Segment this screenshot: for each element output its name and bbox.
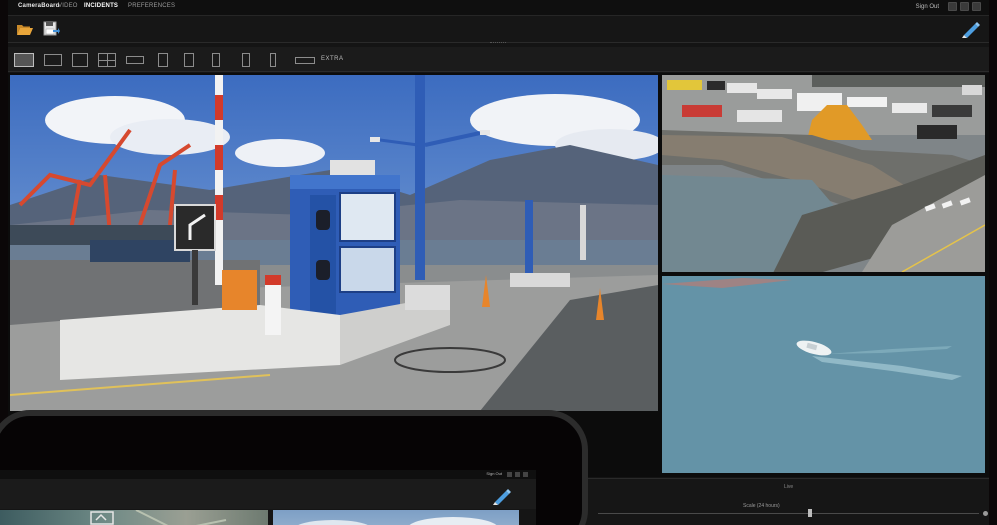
layout-2-horizontal[interactable] [126, 56, 144, 64]
menu-bar: CameraBoard VIDEO INCIDENTS PREFERENCES … [8, 0, 989, 16]
user-box: Sign Out [916, 2, 981, 11]
layout-vertical-d[interactable] [242, 53, 250, 67]
laptop-close-button[interactable] [523, 472, 528, 477]
layout-extra-label[interactable]: EXTRA [321, 56, 344, 62]
laptop-maximize-button[interactable] [515, 472, 520, 477]
laptop-toolbar [0, 479, 536, 509]
layout-1plus5[interactable] [14, 53, 34, 67]
laptop-camera-tile-aerial[interactable] [0, 510, 268, 525]
camera-feed-aerial [90, 510, 227, 525]
laptop-camera-tile-2[interactable] [273, 510, 519, 525]
menu-video[interactable]: VIDEO [58, 3, 78, 9]
close-button[interactable] [972, 2, 981, 11]
layout-quad[interactable] [98, 53, 116, 67]
camera-feed-parking-lot [662, 75, 985, 272]
menu-preferences[interactable]: PREFERENCES [128, 3, 175, 9]
laptop-titlebar: Sign Out [0, 470, 536, 479]
camera-feed-port-gate [10, 75, 658, 411]
save-export-icon [43, 21, 60, 36]
laptop-user-signout[interactable]: Sign Out [486, 471, 502, 476]
action-toolbar [8, 16, 989, 43]
camera-tile-parking[interactable] [662, 75, 985, 272]
timeline-scale-knob[interactable] [808, 509, 812, 517]
minimize-button[interactable] [948, 2, 957, 11]
open-button[interactable] [14, 19, 36, 39]
save-button[interactable] [40, 19, 62, 39]
laptop-screen: Sign Out [0, 470, 536, 525]
pencil-icon [962, 22, 980, 38]
layout-single[interactable] [72, 53, 88, 67]
layout-triple-row[interactable] [295, 57, 315, 64]
layout-vertical-e[interactable] [270, 53, 276, 67]
panel-grip[interactable] [490, 42, 506, 45]
laptop-minimize-button[interactable] [507, 472, 512, 477]
timeline-end-marker[interactable] [983, 511, 988, 516]
timeline-scale-label: Scale (24 hours) [743, 503, 780, 509]
timeline-live-label: Live [784, 484, 794, 490]
camera-tile-main[interactable] [10, 75, 658, 411]
layout-2-wide[interactable] [44, 54, 62, 66]
maximize-button[interactable] [960, 2, 969, 11]
pencil-icon[interactable] [492, 487, 512, 505]
layout-vertical-b[interactable] [184, 53, 194, 67]
camera-feed-boat [662, 276, 985, 473]
laptop-device: Sign Out [0, 410, 588, 525]
timeline-track[interactable] [598, 513, 979, 514]
menu-incidents[interactable]: INCIDENTS [84, 3, 118, 9]
app-brand: CameraBoard [18, 3, 60, 9]
layout-vertical-c[interactable] [212, 53, 220, 67]
layout-picker: EXTRA [8, 47, 989, 72]
edit-button[interactable] [960, 19, 982, 39]
camera-feed-sky [298, 517, 497, 525]
camera-tile-water[interactable] [662, 276, 985, 473]
user-signout[interactable]: Sign Out [916, 4, 939, 10]
layout-vertical-a[interactable] [158, 53, 168, 67]
folder-open-icon [17, 25, 33, 35]
